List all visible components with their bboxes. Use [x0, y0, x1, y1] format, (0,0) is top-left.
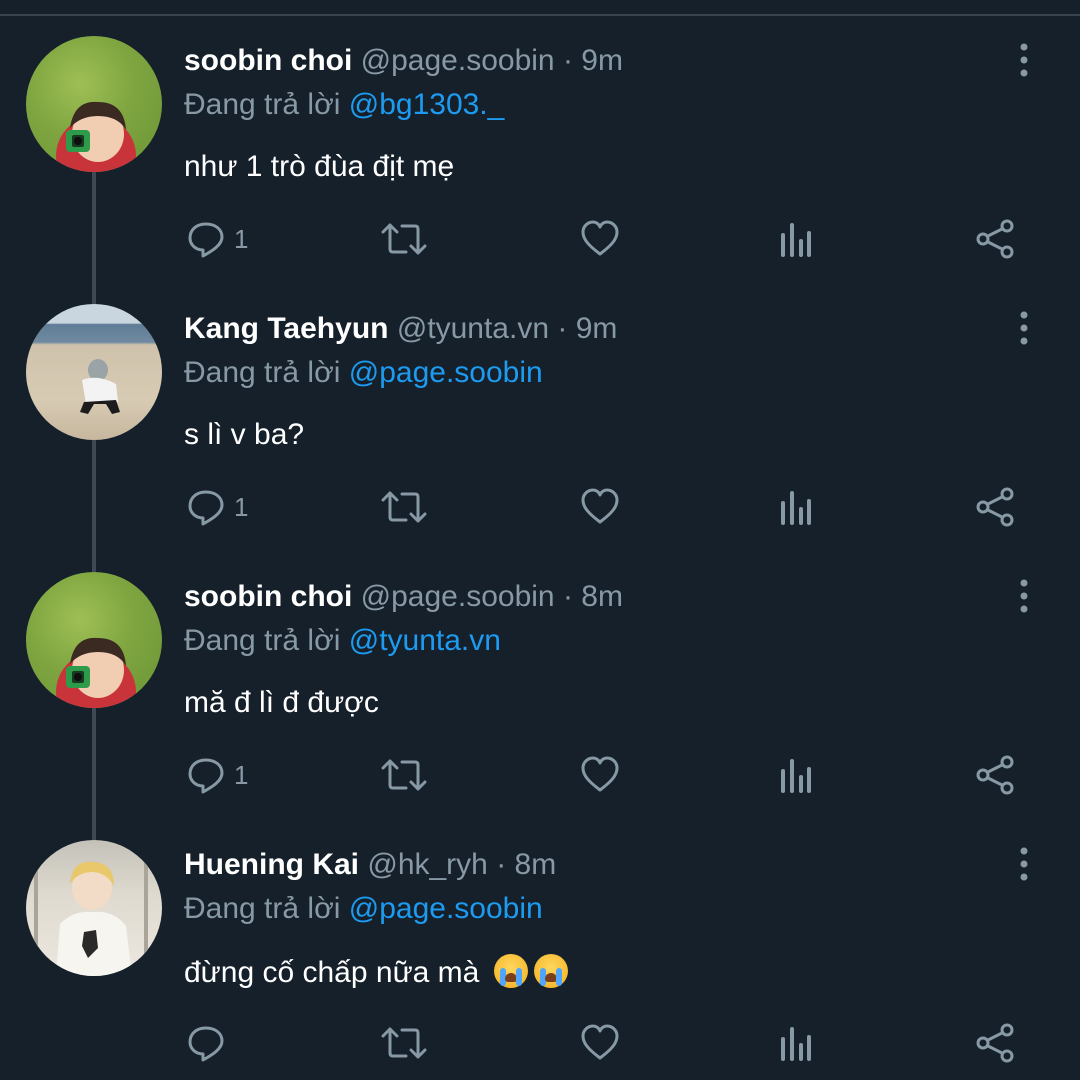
separator-dot: · [562, 44, 573, 77]
replying-to: Đang trả lời @bg1303._ [184, 88, 504, 122]
tweet-header: soobin choi @page.soobin · 8m [184, 580, 623, 614]
tweet[interactable]: Huening Kai @hk_ryh · 8m Đang trả lời @p… [0, 804, 1080, 1080]
mention-link[interactable]: @page.soobin [349, 892, 543, 925]
tweet[interactable]: soobin choi @page.soobin · 9m Đang trả l… [0, 0, 1080, 304]
views-button[interactable] [778, 218, 814, 260]
like-icon [581, 1024, 619, 1060]
tweet[interactable]: Kang Taehyun @tyunta.vn · 9m Đang trả lờ… [0, 268, 1080, 572]
mention-link[interactable]: @page.soobin [349, 356, 543, 389]
more-options-icon[interactable] [1012, 846, 1036, 882]
tweet-text: s lì v ba? [184, 418, 305, 451]
replying-to-label: Đang trả lời [184, 356, 341, 389]
more-options-icon[interactable] [1012, 42, 1036, 78]
reply-thread: soobin choi @page.soobin · 9m Đang trả l… [0, 0, 1080, 1080]
share-icon [976, 219, 1014, 259]
replying-to-label: Đang trả lời [184, 624, 341, 657]
timestamp[interactable]: 8m [581, 580, 623, 613]
timestamp[interactable]: 8m [515, 848, 557, 881]
like-button[interactable] [580, 1022, 620, 1064]
views-button[interactable] [778, 1022, 814, 1064]
views-icon [781, 491, 811, 525]
timestamp[interactable]: 9m [576, 312, 618, 345]
retweet-button[interactable] [380, 754, 428, 796]
reply-count: 1 [234, 759, 249, 790]
user-handle[interactable]: @tyunta.vn [397, 312, 549, 345]
retweet-button[interactable] [380, 1022, 428, 1064]
views-button[interactable] [778, 486, 814, 528]
share-button[interactable] [974, 486, 1016, 528]
avatar[interactable] [26, 572, 162, 708]
share-icon [976, 755, 1014, 795]
loudly-crying-face-icon [533, 954, 568, 988]
share-icon [976, 1023, 1014, 1063]
replying-to: Đang trả lời @page.soobin [184, 892, 543, 926]
more-options-icon[interactable] [1012, 578, 1036, 614]
user-handle[interactable]: @page.soobin [361, 44, 555, 77]
tweet-header: Huening Kai @hk_ryh · 8m [184, 848, 556, 882]
replying-to-label: Đang trả lời [184, 88, 341, 121]
share-icon [976, 487, 1014, 527]
reply-icon [188, 1026, 224, 1062]
display-name[interactable]: soobin choi [184, 44, 352, 77]
tweet-text-container: đừng cố chấp nữa mà [184, 954, 568, 990]
avatar[interactable] [26, 36, 162, 172]
mention-link[interactable]: @bg1303._ [349, 88, 505, 121]
mention-link[interactable]: @tyunta.vn [349, 624, 501, 657]
like-button[interactable] [580, 486, 620, 528]
like-button[interactable] [580, 218, 620, 260]
retweet-icon [381, 759, 427, 791]
avatar[interactable] [26, 304, 162, 440]
reply-button[interactable]: 1 [186, 218, 248, 260]
user-handle[interactable]: @hk_ryh [367, 848, 488, 881]
reply-button[interactable]: 1 [186, 486, 248, 528]
retweet-icon [381, 491, 427, 523]
display-name[interactable]: Huening Kai [184, 848, 359, 881]
share-button[interactable] [974, 754, 1016, 796]
views-icon [781, 1027, 811, 1061]
loudly-crying-face-icon [493, 954, 528, 988]
replying-to: Đang trả lời @page.soobin [184, 356, 543, 390]
retweet-icon [381, 1027, 427, 1059]
replying-to-label: Đang trả lời [184, 892, 341, 925]
tweet-header: soobin choi @page.soobin · 9m [184, 44, 623, 78]
share-button[interactable] [974, 218, 1016, 260]
retweet-icon [381, 223, 427, 255]
retweet-button[interactable] [380, 218, 428, 260]
tweet-text: như 1 trò đùa địt mẹ [184, 150, 455, 183]
separator-dot: · [557, 312, 568, 345]
like-button[interactable] [580, 754, 620, 796]
display-name[interactable]: soobin choi [184, 580, 352, 613]
views-icon [781, 223, 811, 257]
separator-dot: · [496, 848, 507, 881]
like-icon [581, 756, 619, 792]
separator-dot: · [562, 580, 573, 613]
reply-button[interactable] [186, 1022, 234, 1064]
reply-icon [188, 758, 224, 794]
views-icon [781, 759, 811, 793]
avatar[interactable] [26, 840, 162, 976]
tweet[interactable]: soobin choi @page.soobin · 8m Đang trả l… [0, 536, 1080, 840]
tweet-header: Kang Taehyun @tyunta.vn · 9m [184, 312, 617, 346]
tweet-text: mă đ lì đ được [184, 686, 379, 719]
retweet-button[interactable] [380, 486, 428, 528]
tweet-text: đừng cố chấp nữa mà [184, 956, 480, 989]
user-handle[interactable]: @page.soobin [361, 580, 555, 613]
timestamp[interactable]: 9m [581, 44, 623, 77]
reply-button[interactable]: 1 [186, 754, 248, 796]
display-name[interactable]: Kang Taehyun [184, 312, 388, 345]
reply-icon [188, 222, 224, 258]
reply-count: 1 [234, 491, 249, 522]
like-icon [581, 488, 619, 524]
replying-to: Đang trả lời @tyunta.vn [184, 624, 501, 658]
reply-count: 1 [234, 223, 249, 254]
reply-icon [188, 490, 224, 526]
like-icon [581, 220, 619, 256]
more-options-icon[interactable] [1012, 310, 1036, 346]
views-button[interactable] [778, 754, 814, 796]
share-button[interactable] [974, 1022, 1016, 1064]
